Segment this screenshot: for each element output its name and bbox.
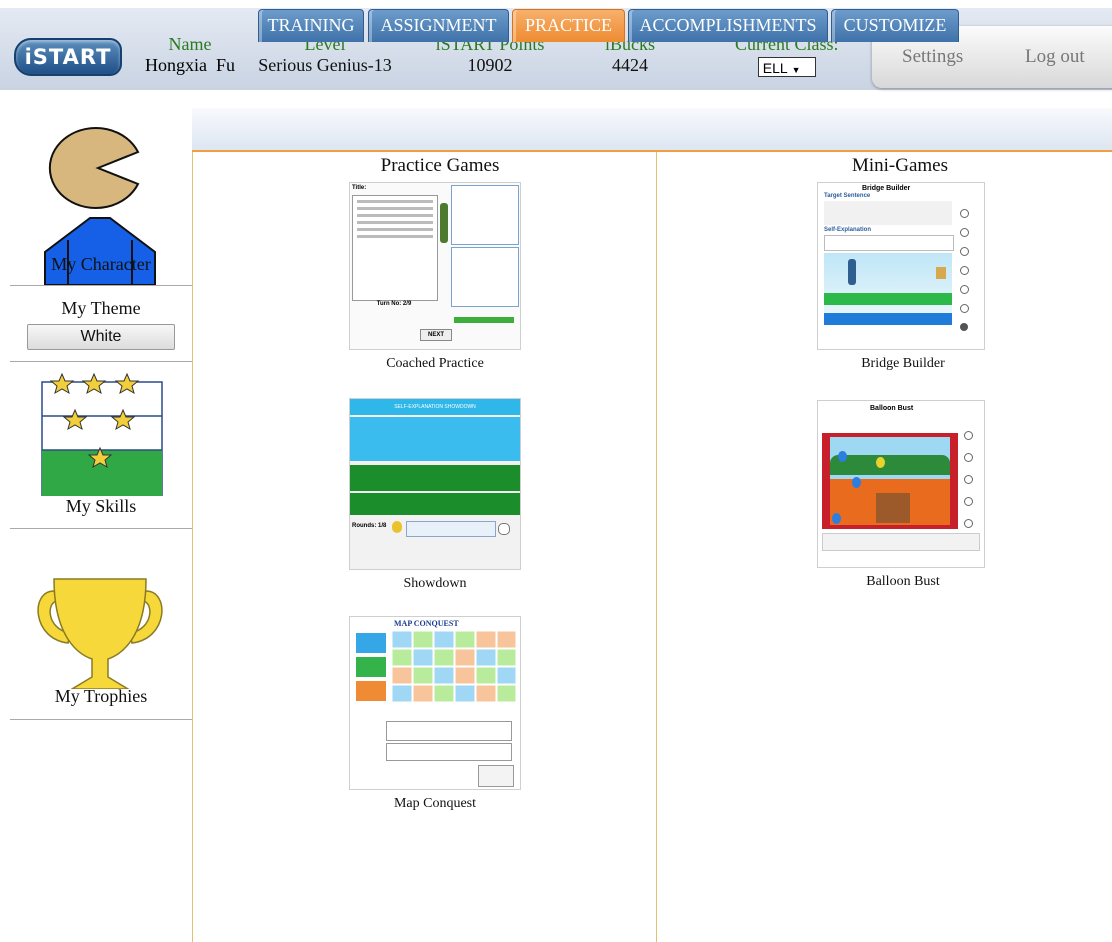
showdown-rounds: Rounds: 1/8 <box>352 523 387 529</box>
se-box <box>824 235 954 251</box>
balloon-icon <box>876 457 885 468</box>
bridge-title: Bridge Builder <box>862 185 911 192</box>
showdown-banner: SELF-EXPLANATION SHOWDOWN <box>350 399 520 415</box>
class-select-value: ELL <box>762 60 788 76</box>
user-name-value: Hongxia Fu <box>145 55 235 75</box>
class-select[interactable]: ELL ▼ <box>757 57 816 77</box>
map-conquest-thumbnail: MAP CONQUEST <box>349 616 521 790</box>
progress-bar <box>454 317 514 323</box>
showdown-label: Showdown <box>403 576 467 591</box>
balloon-title: Balloon Bust <box>870 405 914 412</box>
turn-number: Turn No: 2/9 <box>376 301 412 307</box>
speaker-icon <box>498 523 510 535</box>
bridge-builder-game[interactable]: Bridge Builder Target Sentence Self-Expl… <box>817 182 989 372</box>
balloon-text <box>822 533 980 551</box>
content-left-border <box>192 152 193 942</box>
coached-practice-thumbnail: Title: Turn No: 2/9 NEXT <box>349 182 521 350</box>
coached-next-button: NEXT <box>420 329 452 341</box>
sidebar-trophies[interactable]: My Trophies <box>10 529 192 720</box>
coached-practice-game[interactable]: Title: Turn No: 2/9 NEXT Coached Practic… <box>349 182 521 372</box>
my-character-label[interactable]: My Character <box>10 254 192 275</box>
balloon-progress <box>964 431 973 531</box>
map-conquest-title: MAP CONQUEST <box>394 619 459 628</box>
balloon-bust-game[interactable]: Balloon Bust Balloon Bust <box>817 400 989 590</box>
column-divider <box>656 152 657 942</box>
target-text <box>824 201 952 225</box>
chat-bubble <box>406 521 496 537</box>
balloon-icon <box>852 477 861 488</box>
ibucks-value: 4424 <box>612 55 648 75</box>
level-value: Serious Genius-13 <box>258 55 392 75</box>
name-label: Name <box>168 34 212 54</box>
practice-games-title: Practice Games <box>380 155 500 176</box>
logout-button[interactable]: Log out <box>1025 46 1085 68</box>
target-sentence-panel <box>350 417 520 461</box>
points-value: 10902 <box>467 55 513 75</box>
settings-button[interactable]: Settings <box>902 46 963 68</box>
crates-icon <box>876 493 910 523</box>
explanation-box <box>386 743 512 761</box>
theme-white-button[interactable]: White <box>27 324 175 350</box>
trophy-icon-small <box>392 521 402 533</box>
map-conquest-label: Map Conquest <box>393 796 477 811</box>
tab-training[interactable]: TRAINING <box>258 9 364 42</box>
balloon-trees <box>830 455 950 475</box>
balloon-icon <box>838 451 847 462</box>
istart-logo[interactable]: iSTART <box>14 38 122 76</box>
word-blocks <box>824 313 952 325</box>
my-skills-label[interactable]: My Skills <box>10 496 192 517</box>
text-box <box>386 721 512 741</box>
tab-accomplishments[interactable]: ACCOMPLISHMENTS <box>628 9 828 42</box>
bridge-scene <box>824 253 952 315</box>
mini-games-title: Mini-Games <box>851 155 949 176</box>
balloon-bust-thumbnail: Balloon Bust <box>817 400 985 568</box>
team-blue <box>356 633 386 653</box>
sidebar-skills[interactable]: My Skills <box>10 362 192 529</box>
player-answer-2 <box>350 493 520 515</box>
tab-customize[interactable]: CUSTOMIZE <box>831 9 959 42</box>
player-answer-1 <box>350 465 520 491</box>
history-panel <box>451 185 519 245</box>
bridge-builder-thumbnail: Bridge Builder Target Sentence Self-Expl… <box>817 182 985 350</box>
coach-figure-icon <box>440 203 448 243</box>
bridge-se: Self-Explanation <box>824 227 872 233</box>
trophy-icon <box>37 578 163 689</box>
progress-nodes <box>960 209 969 335</box>
team-orange <box>356 681 386 701</box>
sidebar-theme: My Theme White <box>10 286 192 362</box>
balloon-bust-label: Balloon Bust <box>866 574 940 589</box>
coached-title-text: Title: <box>352 185 367 191</box>
map-grid <box>392 631 516 703</box>
skills-chart-icon <box>41 372 163 496</box>
sign-icon <box>936 267 946 279</box>
bridge-builder-label: Bridge Builder <box>861 356 945 371</box>
chevron-down-icon: ▼ <box>791 65 801 75</box>
tab-practice[interactable]: PRACTICE <box>512 9 625 42</box>
submit-note <box>478 765 514 787</box>
showdown-thumbnail: SELF-EXPLANATION SHOWDOWN Rounds: 1/8 <box>349 398 521 570</box>
text-panel <box>352 195 438 301</box>
bridge-target: Target Sentence <box>824 193 871 199</box>
user-name-stat: Name <box>150 34 230 55</box>
my-trophies-label[interactable]: My Trophies <box>10 686 192 707</box>
balloon-icon <box>832 513 841 524</box>
showdown-game[interactable]: SELF-EXPLANATION SHOWDOWN Rounds: 1/8 Sh… <box>349 398 521 592</box>
team-green <box>356 657 386 677</box>
map-conquest-game[interactable]: MAP CONQUEST Map Conquest <box>349 616 521 812</box>
player-icon <box>848 259 856 285</box>
my-theme-label: My Theme <box>61 298 141 318</box>
tab-underline <box>192 150 1112 152</box>
coached-practice-label: Coached Practice <box>386 356 484 371</box>
tab-strip <box>192 108 1112 150</box>
explanation-panel <box>451 247 519 307</box>
tab-assignment[interactable]: ASSIGNMENT <box>368 9 509 42</box>
bridge-ground <box>824 293 952 305</box>
